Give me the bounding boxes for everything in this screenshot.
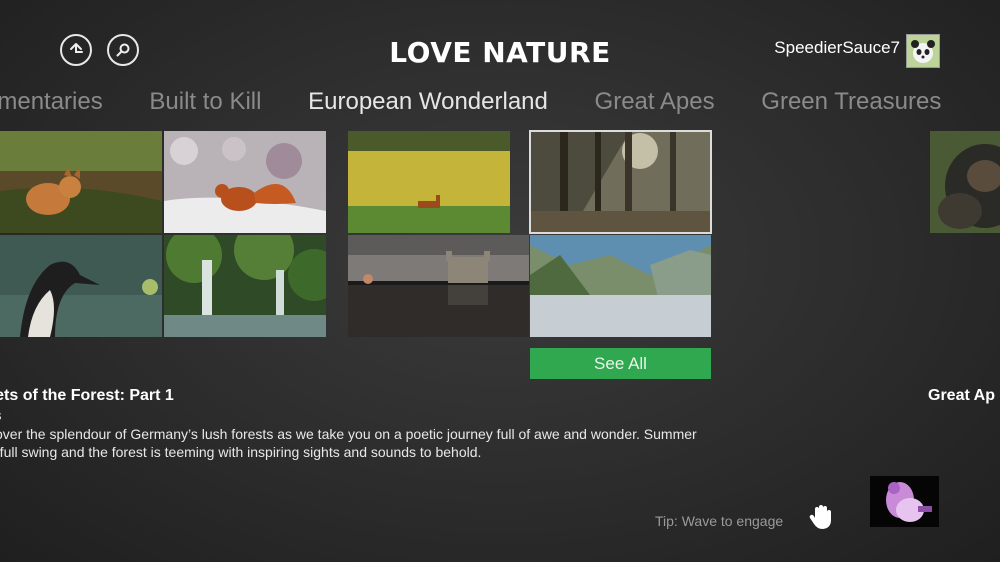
video-tile-ape-partial[interactable] [930, 131, 1000, 233]
tab-european-wonderland[interactable]: European Wonderland [308, 88, 548, 116]
video-tile-squirrel[interactable] [164, 131, 326, 233]
video-tile-grebe[interactable] [0, 235, 162, 337]
featured-duration: mins [0, 407, 2, 423]
video-tile-gorge[interactable] [530, 235, 711, 337]
video-tile-castle[interactable] [348, 235, 529, 337]
fox-thumbnail [0, 131, 162, 233]
ape-thumbnail [930, 131, 1000, 233]
sunlit-forest-thumbnail [530, 131, 711, 233]
video-tile-waterfall[interactable] [164, 235, 326, 337]
see-all-button[interactable]: See All [530, 348, 711, 379]
featured-description: cover the splendour of Germany’s lush fo… [0, 425, 718, 461]
hand-wave-icon [809, 505, 831, 529]
misty-gorge-thumbnail [530, 235, 711, 337]
category-tabs: cumentaries Built to Kill European Wonde… [0, 88, 981, 116]
user-name[interactable]: SpeedierSauce7 [774, 38, 900, 58]
video-tile-fox[interactable] [0, 131, 162, 233]
next-preview-title: Great Ap [928, 387, 995, 404]
tab-documentaries[interactable]: cumentaries [0, 88, 103, 116]
tip-text: Tip: Wave to engage [655, 513, 784, 529]
tab-built-to-kill[interactable]: Built to Kill [149, 88, 261, 116]
player-silhouette [870, 476, 939, 527]
featured-title: crets of the Forest: Part 1 [0, 387, 174, 404]
grebe-thumbnail [0, 235, 162, 337]
kinect-camera-feed [870, 476, 939, 527]
video-tile-forest[interactable] [529, 130, 712, 234]
tab-green-treasures[interactable]: Green Treasures [761, 88, 941, 116]
tab-great-apes[interactable]: Great Apes [595, 88, 715, 116]
deer-field-thumbnail [348, 131, 510, 233]
panda-avatar-icon [907, 35, 939, 67]
description-line-2: n full swing and the forest is teeming w… [0, 444, 482, 460]
waterfall-thumbnail [164, 235, 326, 337]
description-line-1: cover the splendour of Germany’s lush fo… [0, 426, 697, 442]
video-tile-deer[interactable] [348, 131, 510, 233]
user-avatar[interactable] [906, 34, 940, 68]
squirrel-thumbnail [164, 131, 326, 233]
castle-lake-thumbnail [348, 235, 529, 337]
